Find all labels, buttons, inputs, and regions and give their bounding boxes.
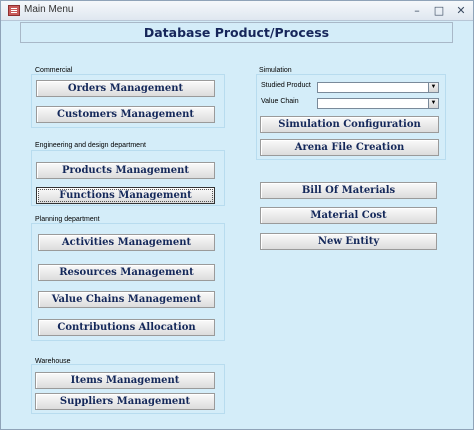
- page-title: Database Product/Process: [143, 25, 330, 40]
- bill-of-materials-button[interactable]: Bill Of Materials: [260, 182, 437, 199]
- simulation-label: Simulation: [259, 67, 292, 74]
- contributions-allocation-button[interactable]: Contributions Allocation: [38, 319, 215, 336]
- simulation-configuration-button[interactable]: Simulation Configuration: [260, 116, 439, 133]
- value-chain-select[interactable]: ▼: [317, 98, 439, 109]
- items-management-button[interactable]: Items Management: [35, 372, 215, 389]
- value-chain-label: Value Chain: [261, 98, 299, 105]
- header-box: Database Product/Process: [20, 22, 453, 43]
- main-menu-window: Main Menu – □ ✕ Database Product/Process…: [0, 0, 474, 430]
- planning-label: Planning department: [35, 216, 100, 223]
- app-icon: [8, 5, 20, 16]
- dropdown-arrow-icon[interactable]: ▼: [428, 83, 438, 92]
- warehouse-label: Warehouse: [35, 358, 71, 365]
- functions-management-button[interactable]: Functions Management: [36, 187, 215, 204]
- activities-management-button[interactable]: Activities Management: [38, 234, 215, 251]
- material-cost-button[interactable]: Material Cost: [260, 207, 437, 224]
- window-controls: – □ ✕: [411, 4, 467, 17]
- resources-management-button[interactable]: Resources Management: [38, 264, 215, 281]
- suppliers-management-button[interactable]: Suppliers Management: [35, 393, 215, 410]
- studied-product-select[interactable]: ▼: [317, 82, 439, 93]
- dropdown-arrow-icon[interactable]: ▼: [428, 99, 438, 108]
- close-icon[interactable]: ✕: [455, 4, 467, 17]
- studied-product-label: Studied Product: [261, 82, 311, 89]
- products-management-button[interactable]: Products Management: [36, 162, 215, 179]
- title-bar: Main Menu – □ ✕: [1, 1, 473, 21]
- new-entity-button[interactable]: New Entity: [260, 233, 437, 250]
- maximize-icon[interactable]: □: [433, 4, 445, 17]
- customers-management-button[interactable]: Customers Management: [36, 106, 215, 123]
- window-title: Main Menu: [24, 4, 74, 15]
- minimize-icon[interactable]: –: [411, 4, 423, 17]
- orders-management-button[interactable]: Orders Management: [36, 80, 215, 97]
- arena-file-creation-button[interactable]: Arena File Creation: [260, 139, 439, 156]
- engineering-label: Engineering and design department: [35, 142, 146, 149]
- commercial-label: Commercial: [35, 67, 73, 74]
- value-chains-management-button[interactable]: Value Chains Management: [38, 291, 215, 308]
